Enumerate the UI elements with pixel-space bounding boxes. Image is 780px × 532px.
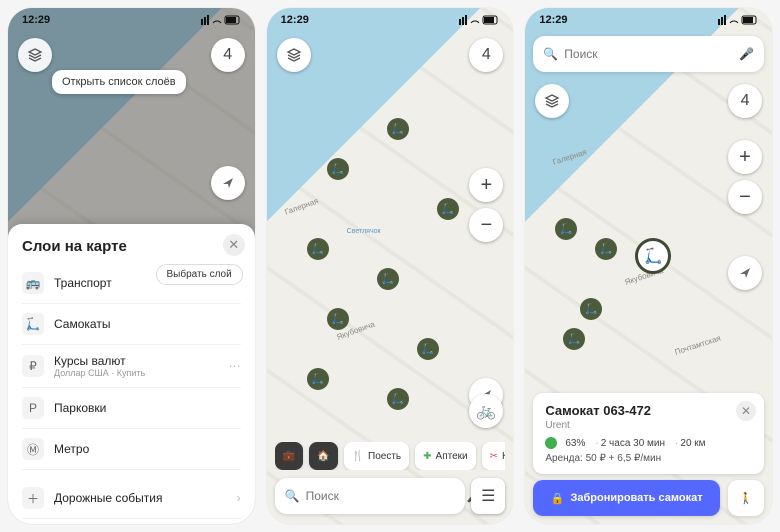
layer-sublabel: Доллар США · Купить bbox=[54, 368, 219, 378]
briefcase-icon: 💼 bbox=[283, 451, 295, 462]
scooter-marker[interactable]: 🛴 bbox=[377, 268, 399, 290]
layers-button[interactable] bbox=[18, 38, 52, 72]
layer-label: Самокаты bbox=[54, 317, 241, 331]
mic-icon[interactable]: 🎤 bbox=[739, 47, 754, 61]
layer-row-road-events[interactable]: ＋ Дорожные события › bbox=[22, 478, 241, 519]
layer-label: Курсы валют Доллар США · Купить bbox=[54, 354, 219, 378]
locate-icon bbox=[738, 266, 752, 280]
metro-icon: Ⓜ bbox=[22, 438, 44, 460]
locate-me-button[interactable] bbox=[211, 166, 245, 200]
scooter-detail-sheet: ✕ Самокат 063-472 Urent 63% 2 часа 30 ми… bbox=[525, 387, 772, 524]
scooter-icon: 🛴 bbox=[22, 313, 44, 335]
locate-icon bbox=[221, 176, 235, 190]
status-time: 12:29 bbox=[539, 14, 567, 26]
phone-screen-3: 12:29 🔍 🎤 4 + − Галерная Якубовича Почта… bbox=[525, 8, 772, 524]
parking-icon: P bbox=[22, 397, 44, 419]
sheet-title: Слои на карте bbox=[22, 238, 241, 255]
scooter-marker[interactable]: 🛴 bbox=[307, 368, 329, 390]
chip-eat[interactable]: 🍴Поесть bbox=[344, 442, 410, 470]
scooter-price: Аренда: 50 ₽ + 6,5 ₽/мин bbox=[545, 453, 752, 464]
zoom-level-badge[interactable]: 4 bbox=[211, 38, 245, 72]
layer-label: Парковки bbox=[54, 401, 241, 415]
scooter-marker[interactable]: 🛴 bbox=[327, 308, 349, 330]
chip-home[interactable]: 🏠 bbox=[309, 442, 337, 470]
menu-icon: ☰ bbox=[481, 486, 495, 506]
layers-button[interactable] bbox=[277, 38, 311, 72]
scooter-card: ✕ Самокат 063-472 Urent 63% 2 часа 30 ми… bbox=[533, 393, 764, 474]
cta-row: 🔒 Забронировать самокат 🚶 bbox=[533, 480, 764, 516]
layers-sheet: ✕ Слои на карте Выбрать слой 🚌 Транспорт… bbox=[8, 224, 255, 524]
layer-row-scooters[interactable]: 🛴 Самокаты bbox=[22, 304, 241, 345]
poi-label: Светлячок bbox=[347, 228, 381, 235]
scooter-marker[interactable]: 🛴 bbox=[417, 338, 439, 360]
scooter-range: 20 км bbox=[673, 438, 706, 449]
scooter-marker[interactable]: 🛴 bbox=[387, 118, 409, 140]
chip-toolbox[interactable]: 💼 bbox=[275, 442, 303, 470]
plus-circle-icon: ＋ bbox=[22, 487, 44, 509]
scooter-marker[interactable]: 🛴 bbox=[437, 198, 459, 220]
status-time: 12:29 bbox=[22, 14, 50, 26]
status-indicators-icon bbox=[718, 15, 758, 25]
layers-icon bbox=[286, 47, 302, 63]
zoom-in-button[interactable]: + bbox=[728, 140, 762, 174]
pharmacy-icon: ✚ bbox=[423, 451, 431, 462]
chip-beauty[interactable]: ✂Красота bbox=[482, 442, 506, 470]
status-bar: 12:29 bbox=[267, 8, 514, 32]
search-input[interactable] bbox=[306, 489, 461, 503]
chevron-right-icon: › bbox=[237, 491, 241, 505]
scissors-icon: ✂ bbox=[490, 451, 498, 462]
zoom-level-badge[interactable]: 4 bbox=[728, 84, 762, 118]
scooter-marker[interactable]: 🛴 bbox=[307, 238, 329, 260]
more-icon[interactable]: ⋯ bbox=[229, 359, 241, 373]
zoom-out-button[interactable]: − bbox=[728, 180, 762, 214]
search-bar[interactable]: 🔍 🎤 bbox=[275, 478, 466, 514]
search-input[interactable] bbox=[564, 47, 733, 61]
layer-row-metro[interactable]: Ⓜ Метро bbox=[22, 429, 241, 470]
close-button[interactable]: ✕ bbox=[736, 401, 756, 421]
scooter-stats: 63% 2 часа 30 мин 20 км bbox=[545, 437, 752, 449]
layer-row-parking[interactable]: P Парковки bbox=[22, 388, 241, 429]
walk-route-button[interactable]: 🚶 bbox=[728, 480, 764, 516]
reserve-button[interactable]: 🔒 Забронировать самокат bbox=[533, 480, 720, 516]
select-layer-pill[interactable]: Выбрать слой bbox=[156, 264, 243, 285]
status-time: 12:29 bbox=[281, 14, 309, 26]
locate-me-button[interactable] bbox=[728, 256, 762, 290]
scooter-title: Самокат 063-472 bbox=[545, 403, 752, 418]
phone-screen-1: 12:29 4 Открыть список слоёв ✕ Слои на к… bbox=[8, 8, 255, 524]
search-icon: 🔍 bbox=[285, 489, 300, 503]
search-icon: 🔍 bbox=[543, 47, 558, 61]
walk-icon: 🚶 bbox=[739, 492, 753, 505]
battery-icon bbox=[545, 437, 557, 449]
status-bar: 12:29 bbox=[8, 8, 255, 32]
phone-screen-2: 12:29 4 + − 🚲 Галерная Якубовича Светляч… bbox=[267, 8, 514, 524]
bicycle-icon: 🚲 bbox=[476, 401, 496, 421]
chip-pharmacy[interactable]: ✚Аптеки bbox=[415, 442, 475, 470]
close-button[interactable]: ✕ bbox=[223, 234, 245, 256]
layers-icon bbox=[544, 93, 560, 109]
scooter-marker[interactable]: 🛴 bbox=[387, 388, 409, 410]
menu-button[interactable]: ☰ bbox=[471, 478, 505, 514]
bus-icon: 🚌 bbox=[22, 272, 44, 294]
layer-label: Дорожные события bbox=[54, 491, 227, 505]
scooter-marker[interactable]: 🛴 bbox=[327, 158, 349, 180]
layers-tooltip: Открыть список слоёв bbox=[52, 70, 186, 94]
currency-icon: ₽ bbox=[22, 355, 44, 377]
status-indicators-icon bbox=[201, 15, 241, 25]
layer-row-favorites[interactable]: 🔖 Избранное › bbox=[22, 519, 241, 524]
search-bar[interactable]: 🔍 🎤 bbox=[533, 36, 764, 72]
home-icon: 🏠 bbox=[317, 451, 329, 462]
chips-row: 💼 🏠 🍴Поесть ✚Аптеки ✂Красота bbox=[275, 442, 506, 470]
layers-icon bbox=[27, 47, 43, 63]
status-bar: 12:29 bbox=[525, 8, 772, 32]
layer-label: Метро bbox=[54, 442, 241, 456]
status-indicators-icon bbox=[459, 15, 499, 25]
fork-icon: 🍴 bbox=[352, 451, 364, 462]
scooter-duration: 2 часа 30 мин bbox=[593, 438, 665, 449]
battery-percent: 63% bbox=[565, 438, 585, 449]
scooter-brand: Urent bbox=[545, 420, 752, 431]
layer-row-currency[interactable]: ₽ Курсы валют Доллар США · Купить ⋯ bbox=[22, 345, 241, 388]
lock-icon: 🔒 bbox=[551, 492, 565, 505]
